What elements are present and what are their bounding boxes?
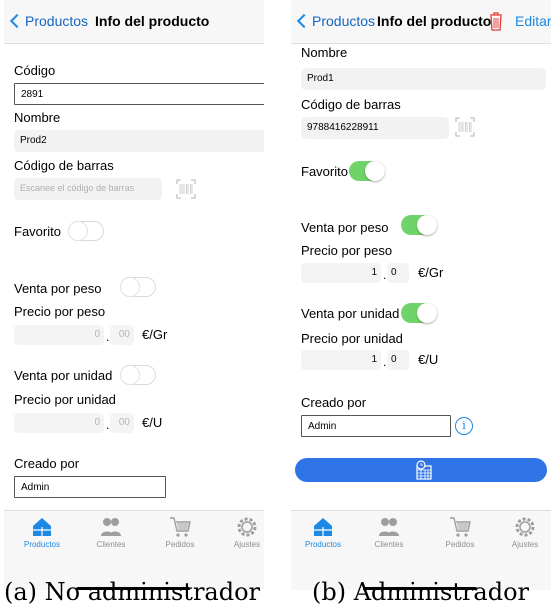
precio-unidad-label: Precio por unidad <box>14 392 116 407</box>
caption-b: (b) Administrador <box>312 578 530 606</box>
calendar-clock-icon <box>416 460 432 480</box>
toggle-knob <box>120 365 140 385</box>
tab-label: Clientes <box>374 540 404 549</box>
codigo-label: Código <box>14 63 56 78</box>
navigation-bar: Productos Info del producto Editar <box>291 0 551 44</box>
tab-pedidos[interactable]: Pedidos <box>432 516 488 549</box>
barcode-scan-icon[interactable] <box>455 117 475 137</box>
toggle-knob <box>365 161 385 181</box>
favorito-label: Favorito <box>301 164 348 179</box>
gear-icon <box>237 517 257 537</box>
precio-unidad-integer-input: 1 <box>301 350 381 370</box>
tab-label: Productos <box>23 540 61 549</box>
edit-button[interactable]: Editar <box>515 13 551 29</box>
venta-unidad-label: Venta por unidad <box>14 368 113 383</box>
back-button[interactable]: Productos <box>296 13 376 29</box>
tab-label: Clientes <box>96 540 126 549</box>
venta-peso-toggle[interactable] <box>120 277 156 297</box>
precio-unidad-integer-input[interactable]: 0 <box>14 413 104 433</box>
precio-peso-integer-input[interactable]: 0 <box>14 325 104 345</box>
venta-peso-toggle <box>401 215 437 235</box>
creado-por-field: Admin <box>301 415 451 437</box>
favorito-label: Favorito <box>14 224 61 239</box>
nombre-field[interactable]: Prod2 <box>14 130 264 152</box>
nombre-label: Nombre <box>14 110 61 125</box>
toggle-knob <box>120 277 140 297</box>
precio-peso-integer-input: 1 <box>301 263 381 283</box>
home-icon <box>33 518 51 536</box>
tab-label: Pedidos <box>165 540 195 549</box>
precio-peso-decimal-input[interactable]: 00 <box>110 325 134 345</box>
venta-unidad-toggle[interactable] <box>120 365 156 385</box>
toggle-knob <box>417 303 437 323</box>
page-title: Info del producto <box>377 13 492 29</box>
tab-label: Productos <box>304 540 342 549</box>
tab-label: Ajustes <box>511 540 539 549</box>
trash-icon[interactable] <box>489 11 503 31</box>
chevron-left-icon <box>296 13 312 29</box>
decimal-separator: . <box>383 268 387 282</box>
back-label: Productos <box>25 13 89 29</box>
info-icon[interactable]: i <box>455 417 473 435</box>
gear-icon <box>515 517 535 537</box>
venta-unidad-toggle <box>401 303 437 323</box>
tab-pedidos[interactable]: Pedidos <box>152 516 208 549</box>
creado-por-field: Admin <box>14 476 166 498</box>
barcode-label: Código de barras <box>14 158 114 173</box>
precio-unidad-decimal-input[interactable]: 00 <box>110 413 134 433</box>
tab-clientes[interactable]: Clientes <box>361 516 417 549</box>
calendar-action-button[interactable] <box>295 458 547 482</box>
favorito-toggle[interactable] <box>68 221 104 241</box>
precio-unidad-label: Precio por unidad <box>301 331 403 346</box>
barcode-label: Código de barras <box>301 97 401 112</box>
decimal-separator: . <box>106 418 110 432</box>
screen-admin: Productos Info del producto Editar Nombr… <box>291 0 551 590</box>
toggle-knob <box>68 221 88 241</box>
precio-peso-unit: €/Gr <box>418 265 444 280</box>
cart-icon <box>450 517 471 537</box>
home-icon <box>314 518 332 536</box>
back-button[interactable]: Productos <box>9 13 89 29</box>
tab-label: Ajustes <box>233 540 261 549</box>
tab-productos[interactable]: Productos <box>14 516 70 549</box>
creado-por-label: Creado por <box>301 395 367 410</box>
decimal-separator: . <box>106 330 110 344</box>
toggle-knob <box>417 215 437 235</box>
navigation-bar: Productos Info del producto <box>4 0 264 44</box>
tab-ajustes[interactable]: Ajustes <box>497 516 551 549</box>
venta-unidad-label: Venta por unidad <box>301 306 400 321</box>
venta-peso-label: Venta por peso <box>301 220 389 235</box>
cart-icon <box>170 517 191 537</box>
users-icon <box>379 518 399 536</box>
precio-peso-label: Precio por peso <box>14 304 106 319</box>
tab-productos[interactable]: Productos <box>295 516 351 549</box>
tab-clientes[interactable]: Clientes <box>83 516 139 549</box>
precio-unidad-decimal-input: 0 <box>387 350 409 370</box>
favorito-toggle <box>349 161 385 181</box>
screen-no-admin: Productos Info del producto Código 2891 … <box>4 0 264 590</box>
creado-por-label: Creado por <box>14 456 80 471</box>
nombre-field: Prod1 <box>301 68 546 90</box>
barcode-field[interactable]: Escanee el código de barras <box>14 178 162 200</box>
users-icon <box>101 518 121 536</box>
precio-unidad-unit: €/U <box>418 352 439 367</box>
chevron-left-icon <box>9 13 25 29</box>
precio-peso-label: Precio por peso <box>301 243 393 258</box>
back-label: Productos <box>312 13 376 29</box>
barcode-field: 9788416228911 <box>301 117 449 139</box>
codigo-field[interactable]: 2891 <box>14 83 264 105</box>
venta-peso-label: Venta por peso <box>14 281 102 296</box>
decimal-separator: . <box>383 355 387 369</box>
tab-label: Pedidos <box>445 540 475 549</box>
precio-peso-decimal-input: 0 <box>387 263 409 283</box>
caption-a: (a) No administrador <box>4 578 261 606</box>
page-title: Info del producto <box>95 13 210 29</box>
nombre-label: Nombre <box>301 45 348 60</box>
precio-unidad-unit: €/U <box>142 415 163 430</box>
tab-ajustes[interactable]: Ajustes <box>219 516 264 549</box>
barcode-scan-icon[interactable] <box>176 179 196 199</box>
precio-peso-unit: €/Gr <box>142 327 168 342</box>
